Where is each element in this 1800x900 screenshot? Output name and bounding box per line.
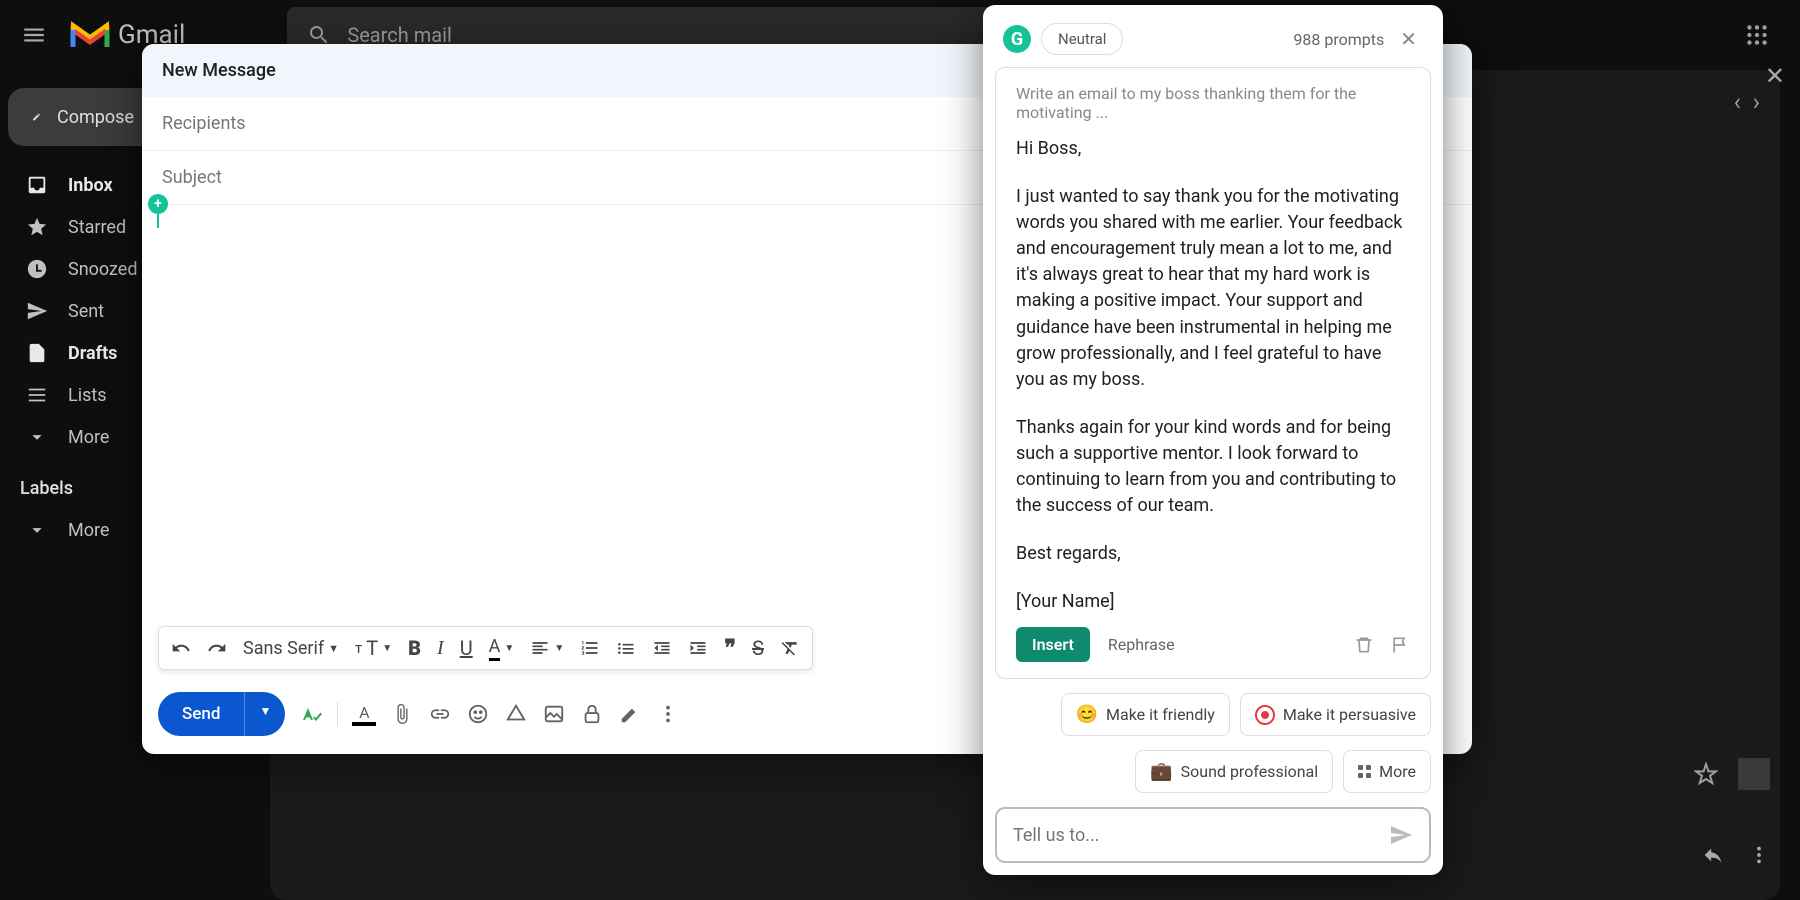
sidebar-label: More — [68, 427, 109, 448]
chip-sound-professional[interactable]: 💼 Sound professional — [1135, 750, 1333, 793]
spellcheck-icon[interactable] — [299, 702, 323, 726]
send-icon — [26, 300, 48, 322]
prompt-summary: Write an email to my boss thanking them … — [1016, 84, 1410, 122]
generated-email: Hi Boss, I just wanted to say thank you … — [1016, 136, 1410, 615]
panel-close-icon[interactable]: ✕ — [1765, 62, 1785, 90]
recipients-placeholder: Recipients — [162, 113, 246, 134]
link-icon[interactable] — [428, 702, 452, 726]
pencil-icon — [32, 106, 41, 128]
bold-icon[interactable]: B — [408, 636, 421, 660]
grammarly-inline-icon[interactable]: + — [148, 194, 168, 214]
tone-chip[interactable]: Neutral — [1041, 23, 1123, 55]
chevron-down-icon — [26, 519, 48, 541]
chip-make-persuasive[interactable]: Make it persuasive — [1240, 693, 1431, 736]
grammarly-suggestion-box: Write an email to my boss thanking them … — [995, 67, 1431, 679]
numbered-list-icon[interactable] — [580, 638, 600, 658]
grammarly-logo-icon: G — [1003, 25, 1031, 53]
chevron-down-icon — [26, 426, 48, 448]
font-size-icon[interactable]: тT ▼ — [355, 636, 392, 660]
italic-icon[interactable]: I — [437, 637, 444, 660]
subject-placeholder: Subject — [162, 167, 222, 188]
compose-button[interactable]: Compose — [8, 88, 158, 146]
action-box[interactable] — [1738, 758, 1770, 790]
reply-icon[interactable] — [1702, 844, 1724, 866]
compose-label: Compose — [57, 107, 134, 128]
confidential-icon[interactable] — [580, 702, 604, 726]
list-icon — [26, 384, 48, 406]
signoff-line: Best regards, — [1016, 541, 1410, 567]
insert-button[interactable]: Insert — [1016, 627, 1090, 662]
target-icon — [1255, 705, 1275, 725]
sidebar-label: Lists — [68, 385, 107, 406]
format-text-icon[interactable]: A — [352, 702, 376, 726]
indent-more-icon[interactable] — [688, 638, 708, 658]
send-button[interactable]: Send — [158, 692, 244, 736]
star-icon — [26, 216, 48, 238]
inbox-icon — [26, 174, 48, 196]
flag-icon[interactable] — [1390, 635, 1410, 655]
align-icon[interactable]: ▼ — [530, 638, 564, 658]
apps-grid-icon[interactable] — [1744, 22, 1770, 48]
rephrase-button[interactable]: Rephrase — [1108, 635, 1175, 654]
grammarly-panel: G Neutral 988 prompts ✕ Write an email t… — [983, 5, 1443, 875]
font-select[interactable]: Sans Serif ▼ — [243, 638, 339, 659]
next-message-icon[interactable]: › — [1753, 88, 1760, 116]
sidebar-label: Drafts — [68, 343, 117, 364]
drive-icon[interactable] — [504, 702, 528, 726]
image-icon[interactable] — [542, 702, 566, 726]
redo-icon[interactable] — [207, 638, 227, 658]
greeting-line: Hi Boss, — [1016, 136, 1410, 162]
grammarly-input-row[interactable] — [995, 807, 1431, 863]
chip-make-friendly[interactable]: 😊 Make it friendly — [1061, 693, 1230, 736]
body-para-1: I just wanted to say thank you for the m… — [1016, 184, 1410, 393]
smile-emoji-icon: 😊 — [1076, 704, 1098, 725]
body-para-2: Thanks again for your kind words and for… — [1016, 415, 1410, 519]
name-line: [Your Name] — [1016, 589, 1410, 615]
bullet-list-icon[interactable] — [616, 638, 636, 658]
indent-less-icon[interactable] — [652, 638, 672, 658]
chip-more[interactable]: More — [1343, 750, 1431, 793]
undo-icon[interactable] — [171, 638, 191, 658]
format-toolbar: Sans Serif ▼ тT ▼ B I U A ▼ ▼ ❞ S — [158, 626, 813, 670]
quote-icon[interactable]: ❞ — [724, 635, 736, 661]
strikethrough-icon[interactable]: S — [752, 636, 764, 660]
emoji-icon[interactable] — [466, 702, 490, 726]
prev-message-icon[interactable]: ‹ — [1734, 88, 1741, 116]
send-prompt-icon[interactable] — [1389, 823, 1413, 847]
prompts-count[interactable]: 988 prompts — [1293, 30, 1384, 49]
main-menu-icon[interactable] — [10, 11, 58, 59]
text-color-icon[interactable]: A ▼ — [489, 636, 515, 661]
clear-format-icon[interactable] — [780, 638, 800, 658]
sidebar-label: Starred — [68, 217, 126, 238]
clock-icon — [26, 258, 48, 280]
star-icon[interactable] — [1694, 762, 1718, 786]
file-icon — [26, 342, 48, 364]
briefcase-icon: 💼 — [1150, 761, 1172, 782]
grammarly-close-icon[interactable]: ✕ — [1394, 27, 1423, 51]
more-vert-icon[interactable] — [1748, 844, 1770, 866]
signature-icon[interactable] — [618, 702, 642, 726]
grammarly-input[interactable] — [1013, 825, 1389, 846]
trash-icon[interactable] — [1354, 635, 1374, 655]
grid-more-icon — [1358, 765, 1371, 778]
more-options-icon[interactable] — [656, 702, 680, 726]
underline-icon[interactable]: U — [460, 636, 473, 660]
sidebar-label: Sent — [68, 301, 104, 322]
divider — [337, 702, 338, 726]
sidebar-label: Snoozed — [68, 259, 138, 280]
send-button-group: Send ▼ — [158, 692, 285, 736]
attach-icon[interactable] — [390, 702, 414, 726]
sidebar-label: Inbox — [68, 175, 113, 196]
send-more-button[interactable]: ▼ — [244, 692, 285, 736]
sidebar-label: More — [68, 520, 109, 541]
